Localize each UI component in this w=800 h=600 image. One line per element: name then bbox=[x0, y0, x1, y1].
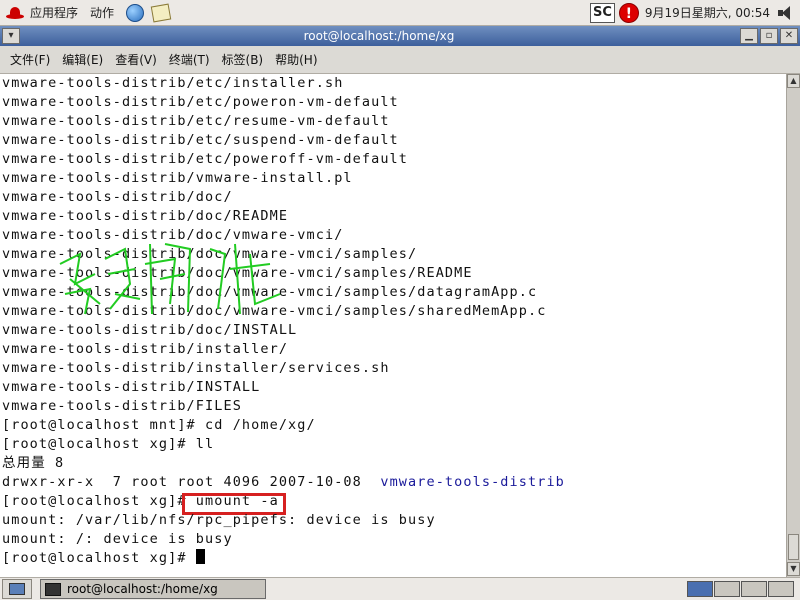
terminal-line: [root@localhost xg]# ll bbox=[2, 436, 215, 452]
minimize-button[interactable]: ▁ bbox=[740, 28, 758, 44]
workspace-3[interactable] bbox=[741, 581, 767, 597]
terminal-scrollbar[interactable]: ▲ ▼ bbox=[786, 74, 800, 577]
workspace-1[interactable] bbox=[687, 581, 713, 597]
menu-view[interactable]: 查看(V) bbox=[109, 49, 163, 71]
terminal-line: vmware-tools-distrib/installer/ bbox=[2, 341, 289, 357]
redhat-icon bbox=[6, 6, 24, 20]
scrollbar-thumb[interactable] bbox=[788, 534, 799, 560]
window-titlebar[interactable]: ▾ root@localhost:/home/xg ▁ ▫ ✕ bbox=[0, 26, 800, 46]
terminal-line: 总用量 8 bbox=[2, 455, 65, 471]
final-prompt: [root@localhost xg]# bbox=[2, 550, 196, 566]
window-title: root@localhost:/home/xg bbox=[303, 29, 455, 43]
applications-menu[interactable]: 应用程序 bbox=[0, 0, 84, 26]
maximize-button[interactable]: ▫ bbox=[760, 28, 778, 44]
clock[interactable]: 9月19日星期六, 00:54 bbox=[645, 4, 770, 21]
terminal-line: vmware-tools-distrib/vmware-install.pl bbox=[2, 170, 353, 186]
terminal-menubar: 文件(F) 编辑(E) 查看(V) 终端(T) 标签(B) 帮助(H) bbox=[0, 46, 800, 74]
terminal-line: vmware-tools-distrib/doc/ bbox=[2, 189, 233, 205]
ls-output-line: drwxr-xr-x 7 root root 4096 2007-10-08 v… bbox=[2, 473, 565, 492]
editor-launcher[interactable] bbox=[150, 3, 172, 23]
update-alert-icon[interactable]: ! bbox=[618, 2, 639, 23]
workspace-2[interactable] bbox=[714, 581, 740, 597]
terminal-icon bbox=[45, 582, 61, 596]
close-button[interactable]: ✕ bbox=[780, 28, 798, 44]
applications-menu-label: 应用程序 bbox=[30, 6, 79, 20]
browser-launcher[interactable] bbox=[124, 3, 146, 23]
volume-icon[interactable] bbox=[776, 5, 794, 21]
show-desktop-button[interactable] bbox=[2, 579, 32, 599]
terminal-output[interactable]: vmware-tools-distrib/etc/installer.sh vm… bbox=[0, 74, 786, 577]
window-menu-button[interactable]: ▾ bbox=[2, 28, 20, 44]
terminal-line: umount: /var/lib/nfs/rpc_pipefs: device … bbox=[2, 512, 436, 528]
watermark-image bbox=[59, 243, 281, 315]
menu-file[interactable]: 文件(F) bbox=[4, 49, 56, 71]
menu-edit[interactable]: 编辑(E) bbox=[56, 49, 109, 71]
actions-menu[interactable]: 动作 bbox=[84, 0, 120, 26]
globe-icon bbox=[126, 3, 145, 22]
prompt: [root@localhost xg]# bbox=[2, 493, 196, 509]
terminal-line: umount: /: device is busy bbox=[2, 531, 233, 547]
prompt-line: [root@localhost xg]# bbox=[2, 549, 205, 568]
directory-name: vmware-tools-distrib bbox=[380, 474, 565, 490]
terminal-line: vmware-tools-distrib/etc/resume-vm-defau… bbox=[2, 113, 390, 129]
terminal-line: vmware-tools-distrib/installer/services.… bbox=[2, 360, 390, 376]
notepad-icon bbox=[150, 3, 172, 22]
desktop-icon bbox=[9, 583, 25, 595]
terminal-line: vmware-tools-distrib/etc/poweroff-vm-def… bbox=[2, 151, 409, 167]
bottom-panel: root@localhost:/home/xg bbox=[0, 577, 800, 600]
terminal-line: vmware-tools-distrib/etc/suspend-vm-defa… bbox=[2, 132, 399, 148]
terminal-line: vmware-tools-distrib/INSTALL bbox=[2, 379, 261, 395]
menu-terminal[interactable]: 终端(T) bbox=[163, 49, 216, 71]
taskbar-window-button[interactable]: root@localhost:/home/xg bbox=[40, 579, 266, 599]
terminal-line: vmware-tools-distrib/etc/installer.sh bbox=[2, 75, 344, 91]
terminal-line: vmware-tools-distrib/FILES bbox=[2, 398, 242, 414]
text-cursor bbox=[195, 549, 205, 564]
top-panel: 应用程序 动作 SC ! 9月19日星期六, 00:54 bbox=[0, 0, 800, 26]
workspace-switcher bbox=[686, 581, 794, 597]
menu-help[interactable]: 帮助(H) bbox=[269, 49, 323, 71]
menu-tabs[interactable]: 标签(B) bbox=[216, 49, 270, 71]
taskbar-window-label: root@localhost:/home/xg bbox=[67, 582, 218, 596]
terminal-line: [root@localhost mnt]# cd /home/xg/ bbox=[2, 417, 316, 433]
scroll-down-arrow[interactable]: ▼ bbox=[787, 562, 800, 576]
input-method-indicator[interactable]: SC bbox=[589, 2, 615, 23]
terminal-line: vmware-tools-distrib/etc/poweron-vm-defa… bbox=[2, 94, 399, 110]
ls-details: drwxr-xr-x 7 root root 4096 2007-10-08 bbox=[2, 474, 381, 490]
workspace-4[interactable] bbox=[768, 581, 794, 597]
actions-menu-label: 动作 bbox=[90, 6, 115, 20]
scroll-up-arrow[interactable]: ▲ bbox=[787, 74, 800, 88]
